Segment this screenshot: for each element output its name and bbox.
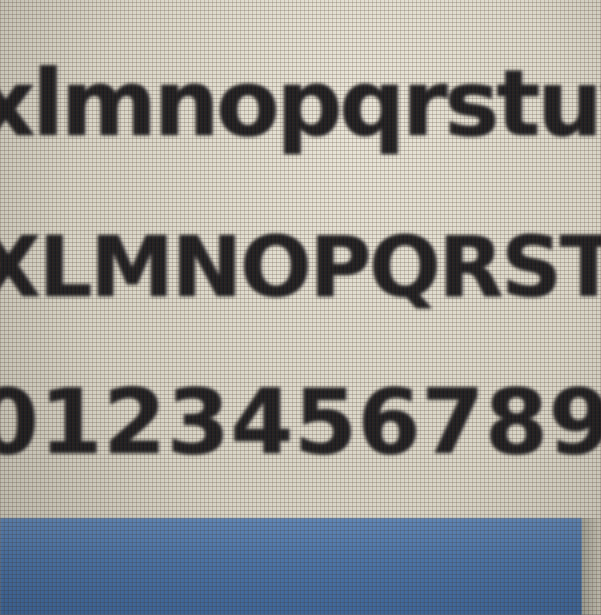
- digits-line: 0123456789012345: [0, 370, 601, 475]
- blue-panel: [0, 518, 582, 615]
- panel-edge: [582, 518, 601, 615]
- uppercase-alphabet-line: XLMNOPQRSTUVWXYZ: [0, 218, 601, 316]
- lowercase-alphabet-line: xlmnopqrstuvwxyz: [0, 50, 601, 157]
- monitor-closeup-photo: xlmnopqrstuvwxyz XLMNOPQRSTUVWXYZ 012345…: [0, 0, 601, 615]
